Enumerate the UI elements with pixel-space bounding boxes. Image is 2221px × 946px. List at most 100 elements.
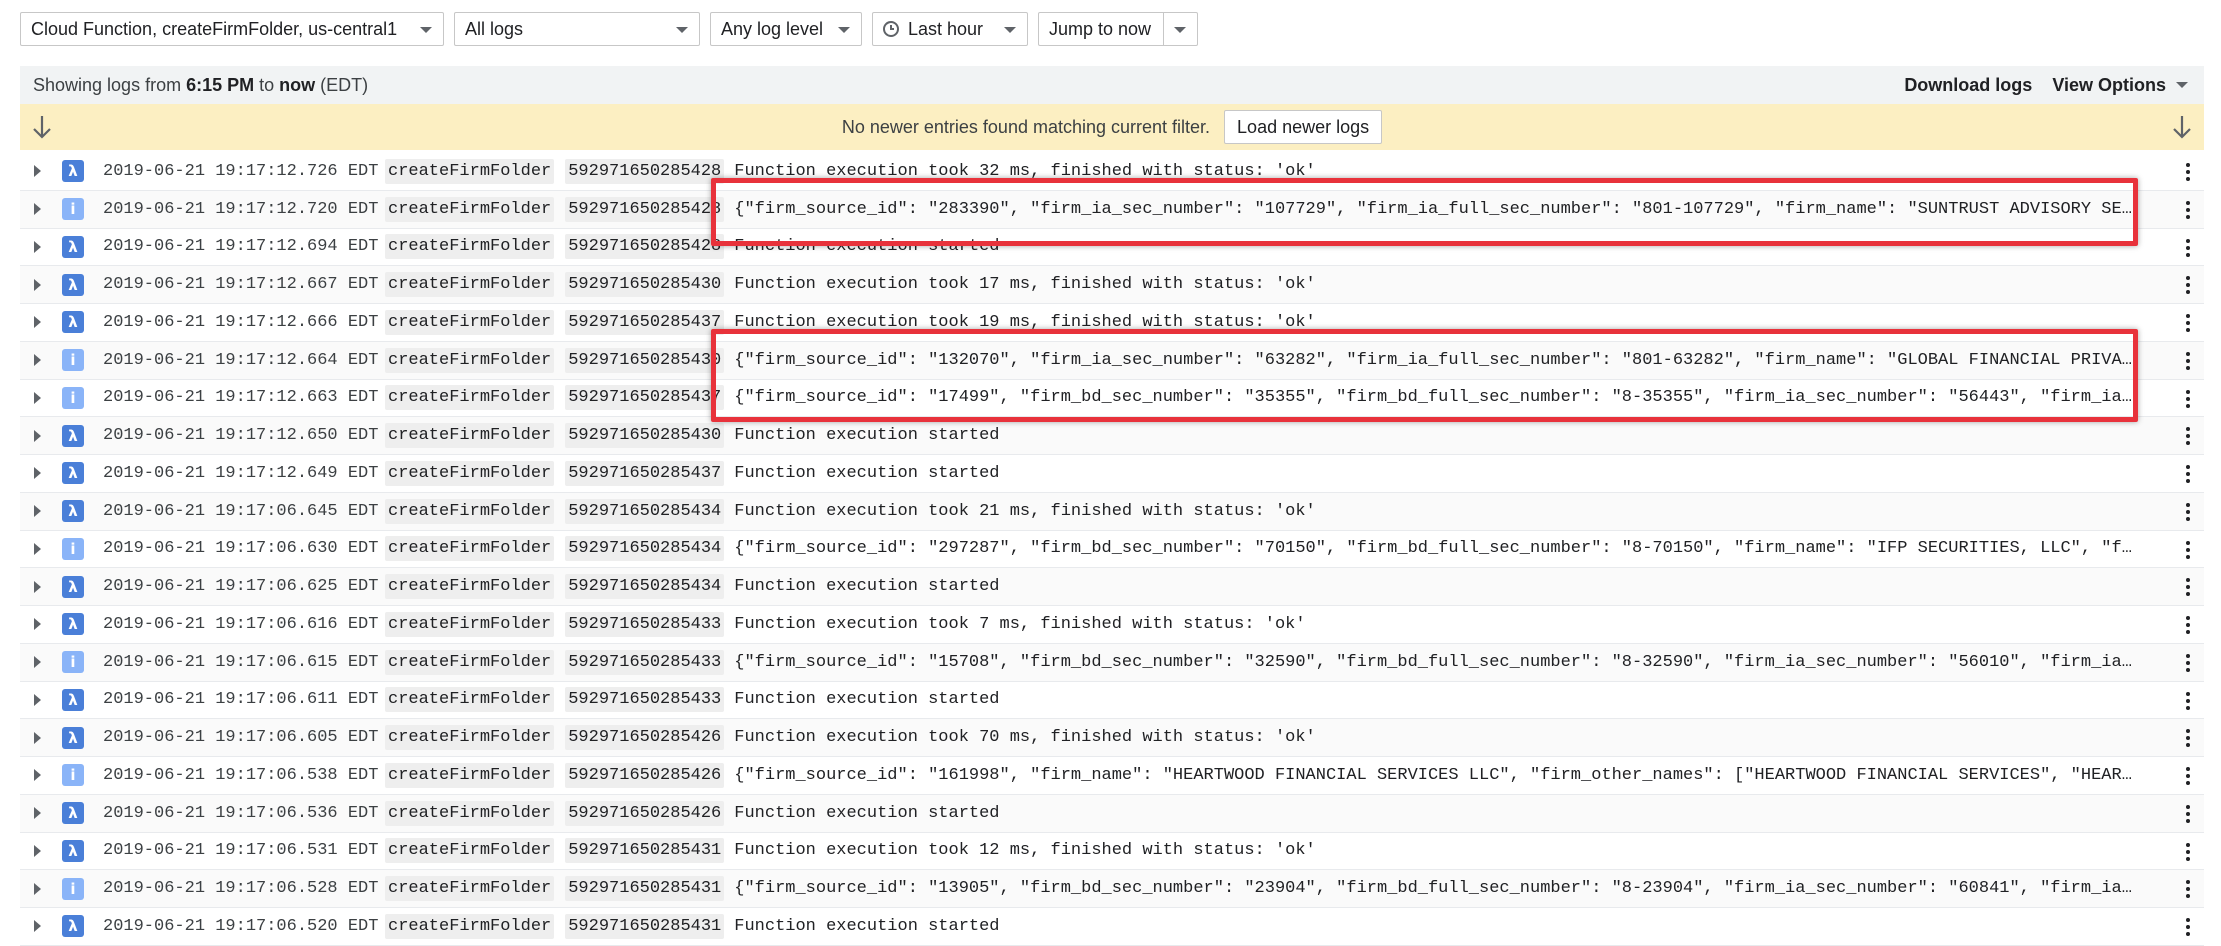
log-name-selector[interactable]: All logs <box>454 12 700 46</box>
view-options-button[interactable]: View Options <box>2052 75 2188 96</box>
log-entry-row[interactable]: i 2019-06-21 19:17:06.528 EDT createFirmFo… <box>20 870 2204 908</box>
function-name-chip[interactable]: createFirmFolder <box>385 800 555 826</box>
more-vert-icon[interactable] <box>2186 842 2190 861</box>
function-name-chip[interactable]: createFirmFolder <box>385 498 555 524</box>
execution-id-chip[interactable]: 592971650285426 <box>565 725 725 751</box>
expand-triangle-icon[interactable] <box>34 769 41 782</box>
more-vert-icon[interactable] <box>2186 880 2190 899</box>
execution-id-chip[interactable]: 592971650285433 <box>565 687 725 713</box>
more-vert-icon[interactable] <box>2186 540 2190 559</box>
function-name-chip[interactable]: createFirmFolder <box>385 574 555 600</box>
more-vert-icon[interactable] <box>2186 729 2190 748</box>
time-range-selector[interactable]: Last hour <box>872 12 1028 46</box>
expand-triangle-icon[interactable] <box>34 542 41 555</box>
log-entry-row[interactable]: i 2019-06-21 19:17:12.664 EDT createFirmFo… <box>20 341 2204 380</box>
log-entry-row[interactable]: λ 2019-06-21 19:17:06.611 EDT createFirmFo… <box>20 682 2204 720</box>
log-entry-row[interactable]: λ 2019-06-21 19:17:06.616 EDT createFirmFo… <box>20 606 2204 644</box>
expand-triangle-icon[interactable] <box>34 580 41 593</box>
more-vert-icon[interactable] <box>2186 427 2190 446</box>
more-vert-icon[interactable] <box>2186 351 2190 370</box>
function-name-chip[interactable]: createFirmFolder <box>385 423 555 449</box>
execution-id-chip[interactable]: 592971650285426 <box>565 800 725 826</box>
log-entry-row[interactable]: λ 2019-06-21 19:17:12.726 EDT createFirmFo… <box>20 153 2204 191</box>
function-name-chip[interactable]: createFirmFolder <box>385 234 555 260</box>
execution-id-chip[interactable]: 592971650285428 <box>565 158 725 184</box>
function-name-chip[interactable]: createFirmFolder <box>385 762 555 788</box>
execution-id-chip[interactable]: 592971650285437 <box>565 460 725 486</box>
function-name-chip[interactable]: createFirmFolder <box>385 309 555 335</box>
execution-id-chip[interactable]: 592971650285431 <box>565 913 725 939</box>
execution-id-chip[interactable]: 592971650285434 <box>565 574 725 600</box>
more-vert-icon[interactable] <box>2186 163 2190 181</box>
arrow-down-icon[interactable] <box>2170 113 2194 141</box>
log-entry-row[interactable]: λ 2019-06-21 19:17:06.520 EDT createFirmFo… <box>20 908 2204 946</box>
more-vert-icon[interactable] <box>2186 653 2190 672</box>
function-name-chip[interactable]: createFirmFolder <box>385 385 555 411</box>
expand-triangle-icon[interactable] <box>34 467 41 480</box>
more-vert-icon[interactable] <box>2186 616 2190 634</box>
execution-id-chip[interactable]: 592971650285433 <box>565 611 725 637</box>
log-entry-row[interactable]: λ 2019-06-21 19:17:12.667 EDT createFirmFo… <box>20 266 2204 304</box>
execution-id-chip[interactable]: 592971650285430 <box>565 272 725 298</box>
log-entry-row[interactable]: i 2019-06-21 19:17:06.615 EDT createFirmFo… <box>20 643 2204 682</box>
function-name-chip[interactable]: createFirmFolder <box>385 536 555 562</box>
log-entry-row[interactable]: i 2019-06-21 19:17:12.663 EDT createFirmFo… <box>20 380 2204 418</box>
function-name-chip[interactable]: createFirmFolder <box>385 725 555 751</box>
function-name-chip[interactable]: createFirmFolder <box>385 196 555 222</box>
log-entry-row[interactable]: λ 2019-06-21 19:17:06.536 EDT createFirmFo… <box>20 794 2204 833</box>
expand-triangle-icon[interactable] <box>34 807 41 820</box>
function-name-chip[interactable]: createFirmFolder <box>385 272 555 298</box>
log-level-selector[interactable]: Any log level <box>710 12 862 46</box>
function-name-chip[interactable]: createFirmFolder <box>385 347 555 373</box>
function-name-chip[interactable]: createFirmFolder <box>385 611 555 637</box>
log-entry-row[interactable]: λ 2019-06-21 19:17:12.694 EDT createFirmFo… <box>20 229 2204 267</box>
expand-triangle-icon[interactable] <box>34 316 41 329</box>
execution-id-chip[interactable]: 592971650285426 <box>565 762 725 788</box>
execution-id-chip[interactable]: 592971650285433 <box>565 649 725 675</box>
log-entry-row[interactable]: i 2019-06-21 19:17:12.720 EDT createFirmFo… <box>20 190 2204 229</box>
expand-triangle-icon[interactable] <box>34 656 41 669</box>
execution-id-chip[interactable]: 592971650285431 <box>565 876 725 902</box>
log-entry-row[interactable]: λ 2019-06-21 19:17:12.650 EDT createFirmFo… <box>20 417 2204 455</box>
more-vert-icon[interactable] <box>2186 200 2190 219</box>
function-name-chip[interactable]: createFirmFolder <box>385 876 555 902</box>
log-entry-row[interactable]: i 2019-06-21 19:17:06.538 EDT createFirmFo… <box>20 757 2204 795</box>
function-name-chip[interactable]: createFirmFolder <box>385 158 555 184</box>
more-vert-icon[interactable] <box>2186 804 2190 823</box>
execution-id-chip[interactable]: 592971650285437 <box>565 385 725 411</box>
more-vert-icon[interactable] <box>2186 276 2190 295</box>
expand-triangle-icon[interactable] <box>34 505 41 518</box>
log-entry-row[interactable]: λ 2019-06-21 19:17:06.645 EDT createFirmFo… <box>20 492 2204 531</box>
expand-triangle-icon[interactable] <box>34 278 41 291</box>
log-entry-row[interactable]: λ 2019-06-21 19:17:06.605 EDT createFirmFo… <box>20 719 2204 757</box>
expand-triangle-icon[interactable] <box>34 618 41 631</box>
expand-triangle-icon[interactable] <box>34 693 41 706</box>
expand-triangle-icon[interactable] <box>34 203 41 216</box>
execution-id-chip[interactable]: 592971650285434 <box>565 498 725 524</box>
execution-id-chip[interactable]: 592971650285434 <box>565 536 725 562</box>
expand-triangle-icon[interactable] <box>34 165 41 178</box>
more-vert-icon[interactable] <box>2186 502 2190 521</box>
expand-triangle-icon[interactable] <box>34 391 41 404</box>
execution-id-chip[interactable]: 592971650285428 <box>565 196 725 222</box>
more-vert-icon[interactable] <box>2186 314 2190 332</box>
more-vert-icon[interactable] <box>2186 578 2190 597</box>
more-vert-icon[interactable] <box>2186 767 2190 785</box>
more-vert-icon[interactable] <box>2186 389 2190 408</box>
expand-triangle-icon[interactable] <box>34 920 41 933</box>
expand-triangle-icon[interactable] <box>34 240 41 253</box>
log-entry-row[interactable]: λ 2019-06-21 19:17:12.649 EDT createFirmFo… <box>20 455 2204 493</box>
more-vert-icon[interactable] <box>2186 238 2190 257</box>
more-vert-icon[interactable] <box>2186 691 2190 710</box>
function-name-chip[interactable]: createFirmFolder <box>385 649 555 675</box>
execution-id-chip[interactable]: 592971650285437 <box>565 309 725 335</box>
more-vert-icon[interactable] <box>2186 918 2190 936</box>
download-logs-button[interactable]: Download logs <box>1904 75 2032 96</box>
log-entry-row[interactable]: λ 2019-06-21 19:17:06.625 EDT createFirmFo… <box>20 568 2204 606</box>
execution-id-chip[interactable]: 592971650285430 <box>565 347 725 373</box>
more-vert-icon[interactable] <box>2186 465 2190 483</box>
log-entry-row[interactable]: i 2019-06-21 19:17:06.630 EDT createFirmFo… <box>20 531 2204 569</box>
load-newer-logs-button[interactable]: Load newer logs <box>1224 110 1383 144</box>
log-entry-row[interactable]: λ 2019-06-21 19:17:06.531 EDT createFirmFo… <box>20 833 2204 871</box>
function-name-chip[interactable]: createFirmFolder <box>385 687 555 713</box>
